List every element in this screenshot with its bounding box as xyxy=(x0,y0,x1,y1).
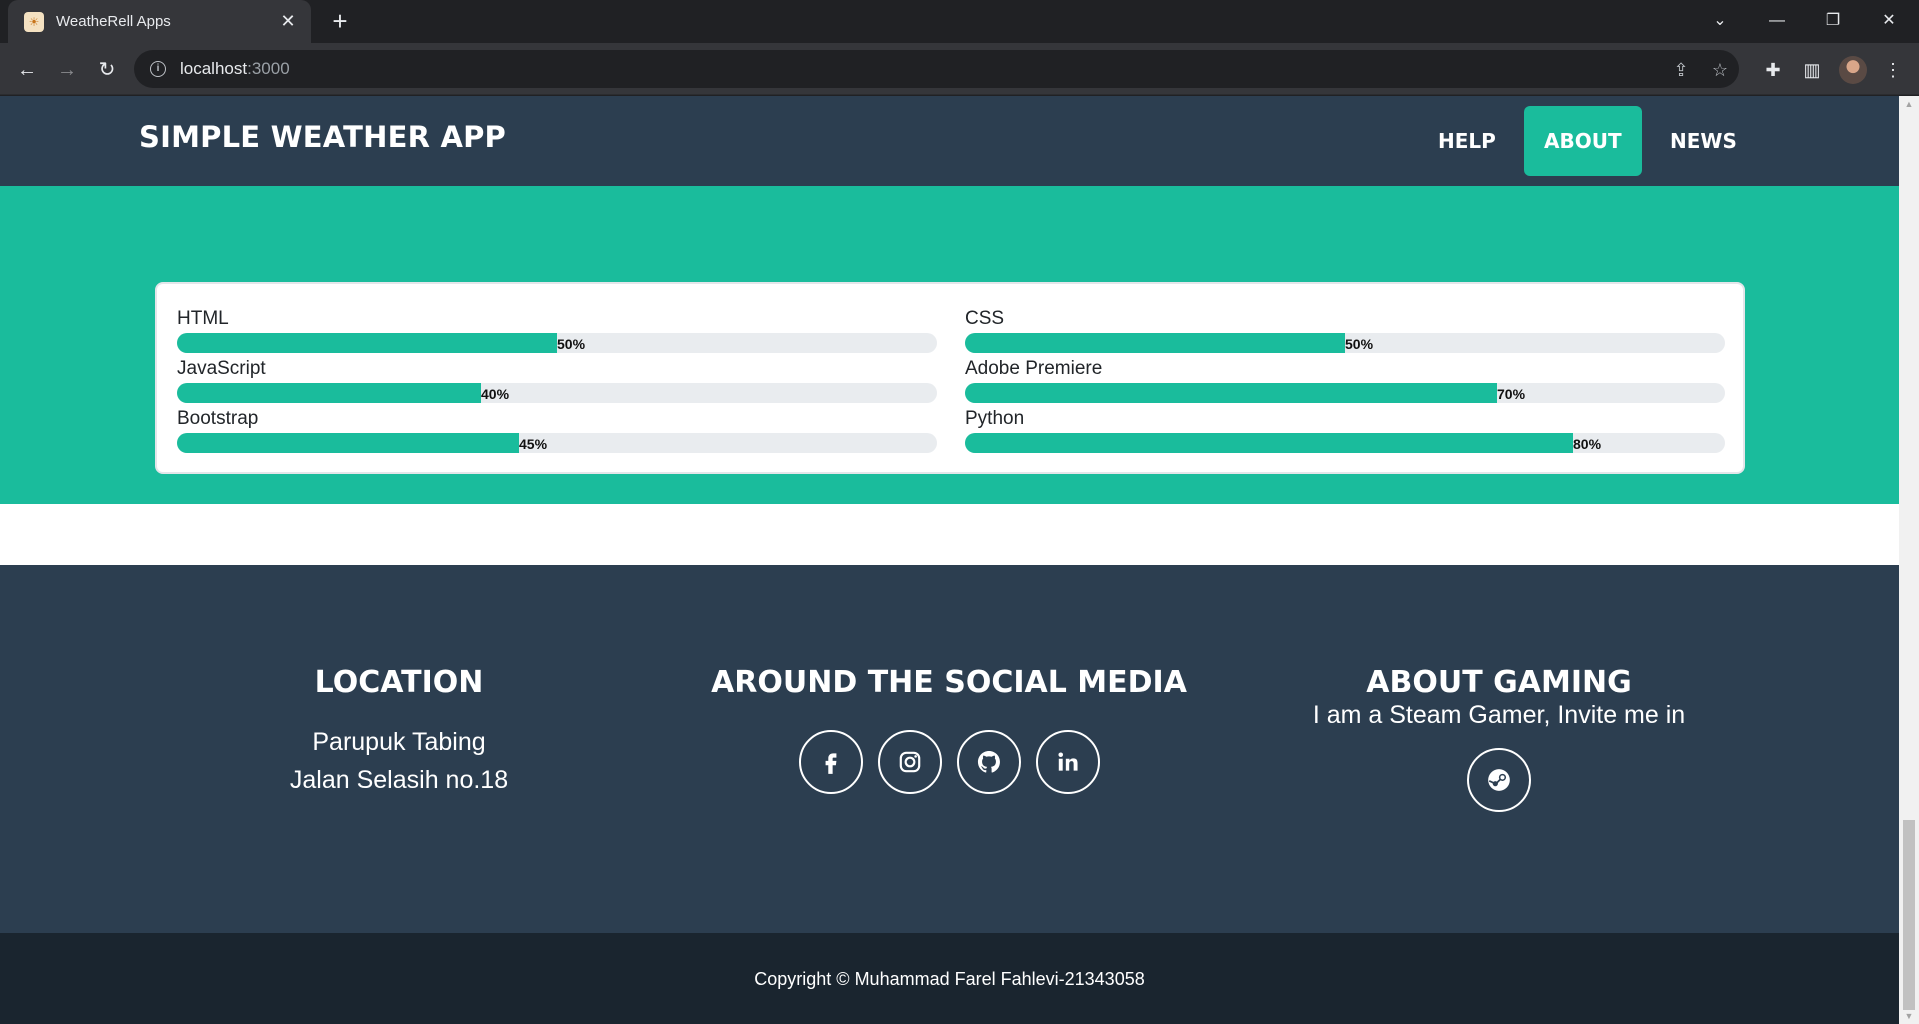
new-tab-button[interactable]: + xyxy=(326,8,354,36)
browser-tab-bar: ☀ WeatheRell Apps ✕ + ⌄ — ❐ ✕ xyxy=(0,0,1919,43)
nav-link-news[interactable]: NEWS xyxy=(1650,106,1757,176)
gaming-text: I am a Steam Gamer, Invite me in xyxy=(1312,701,1686,729)
progress-percent: 70% xyxy=(1497,386,1526,402)
progress-track: 70% xyxy=(965,383,1725,403)
skill-name: CSS xyxy=(965,308,1005,329)
location-line1: Parupuk Tabing xyxy=(312,728,486,756)
nav-link-help[interactable]: HELP xyxy=(1418,106,1516,176)
skill-python: Python 80% xyxy=(965,408,1725,458)
close-tab-icon[interactable]: ✕ xyxy=(277,11,299,32)
url-port: :3000 xyxy=(247,59,290,78)
progress-percent: 50% xyxy=(1345,336,1374,352)
skill-adobe-premiere: Adobe Premiere 70% xyxy=(965,358,1725,408)
tab-search-icon[interactable]: ⌄ xyxy=(1700,6,1740,36)
skill-name: JavaScript xyxy=(177,358,266,379)
skill-css: CSS 50% xyxy=(965,308,1725,358)
page-viewport: SIMPLE WEATHER APP HELP ABOUT NEWS HTML … xyxy=(0,96,1899,1024)
progress-fill xyxy=(965,433,1573,453)
progress-track: 50% xyxy=(177,333,937,353)
back-button[interactable]: ← xyxy=(12,55,42,85)
extensions-icon[interactable]: ✚ xyxy=(1760,57,1786,83)
skill-javascript: JavaScript 40% xyxy=(177,358,937,408)
progress-track: 80% xyxy=(965,433,1725,453)
profile-avatar[interactable] xyxy=(1839,56,1867,84)
progress-track: 40% xyxy=(177,383,937,403)
progress-fill xyxy=(177,433,519,453)
gaming-title: ABOUT GAMING xyxy=(1366,665,1632,700)
minimize-button[interactable]: — xyxy=(1757,6,1797,36)
linkedin-icon[interactable] xyxy=(1036,730,1100,794)
steam-icon[interactable] xyxy=(1467,748,1531,812)
browser-toolbar: ← → ↻ i localhost:3000 ⇪ ☆ ✚ ▥ ⋮ xyxy=(0,43,1919,95)
share-icon[interactable]: ⇪ xyxy=(1670,59,1692,81)
url-host: localhost xyxy=(180,59,248,78)
tab-title: WeatheRell Apps xyxy=(56,13,171,30)
skills-card: HTML 50% JavaScript 40% Bootstrap 45% CS… xyxy=(155,282,1745,474)
progress-percent: 80% xyxy=(1573,436,1602,452)
location-title: LOCATION xyxy=(314,665,484,700)
copyright-bar: Copyright © Muhammad Farel Fahlevi-21343… xyxy=(0,933,1899,1024)
browser-tab[interactable]: ☀ WeatheRell Apps ✕ xyxy=(8,0,311,43)
progress-fill xyxy=(177,383,481,403)
github-icon[interactable] xyxy=(957,730,1021,794)
social-title: AROUND THE SOCIAL MEDIA xyxy=(711,665,1187,700)
location-line2: Jalan Selasih no.18 xyxy=(289,766,509,794)
instagram-icon[interactable] xyxy=(878,730,942,794)
page-scrollbar[interactable]: ▲ ▼ xyxy=(1899,96,1919,1024)
skill-name: Python xyxy=(965,408,1025,429)
copyright-text: Copyright © Muhammad Farel Fahlevi-21343… xyxy=(754,969,1145,989)
progress-percent: 50% xyxy=(557,336,586,352)
progress-percent: 40% xyxy=(481,386,510,402)
scroll-up-icon[interactable]: ▲ xyxy=(1899,96,1919,112)
skill-bootstrap: Bootstrap 45% xyxy=(177,408,937,458)
restore-button[interactable]: ❐ xyxy=(1813,6,1853,36)
skill-name: Bootstrap xyxy=(177,408,259,429)
close-window-button[interactable]: ✕ xyxy=(1869,6,1909,36)
skill-name: HTML xyxy=(177,308,229,329)
scroll-down-icon[interactable]: ▼ xyxy=(1899,1008,1919,1024)
side-panel-icon[interactable]: ▥ xyxy=(1799,57,1825,83)
brand-logo[interactable]: SIMPLE WEATHER APP xyxy=(139,120,506,154)
site-navbar: SIMPLE WEATHER APP HELP ABOUT NEWS xyxy=(0,96,1899,186)
favicon-icon: ☀ xyxy=(24,11,44,32)
progress-fill xyxy=(177,333,557,353)
forward-button[interactable]: → xyxy=(52,55,82,85)
menu-kebab-icon[interactable]: ⋮ xyxy=(1880,57,1906,83)
address-bar[interactable]: i localhost:3000 ⇪ ☆ xyxy=(134,50,1739,88)
progress-track: 45% xyxy=(177,433,937,453)
scrollbar-thumb[interactable] xyxy=(1903,820,1915,1010)
skill-name: Adobe Premiere xyxy=(965,358,1103,379)
progress-fill xyxy=(965,333,1345,353)
bookmark-star-icon[interactable]: ☆ xyxy=(1709,59,1731,81)
reload-button[interactable]: ↻ xyxy=(92,55,122,85)
progress-percent: 45% xyxy=(519,436,548,452)
progress-track: 50% xyxy=(965,333,1725,353)
skill-html: HTML 50% xyxy=(177,308,937,358)
progress-fill xyxy=(965,383,1497,403)
footer: LOCATION Parupuk Tabing Jalan Selasih no… xyxy=(0,565,1899,933)
site-info-icon[interactable]: i xyxy=(150,61,166,77)
nav-link-about[interactable]: ABOUT xyxy=(1524,106,1642,176)
about-section: HTML 50% JavaScript 40% Bootstrap 45% CS… xyxy=(0,186,1899,504)
facebook-icon[interactable] xyxy=(799,730,863,794)
